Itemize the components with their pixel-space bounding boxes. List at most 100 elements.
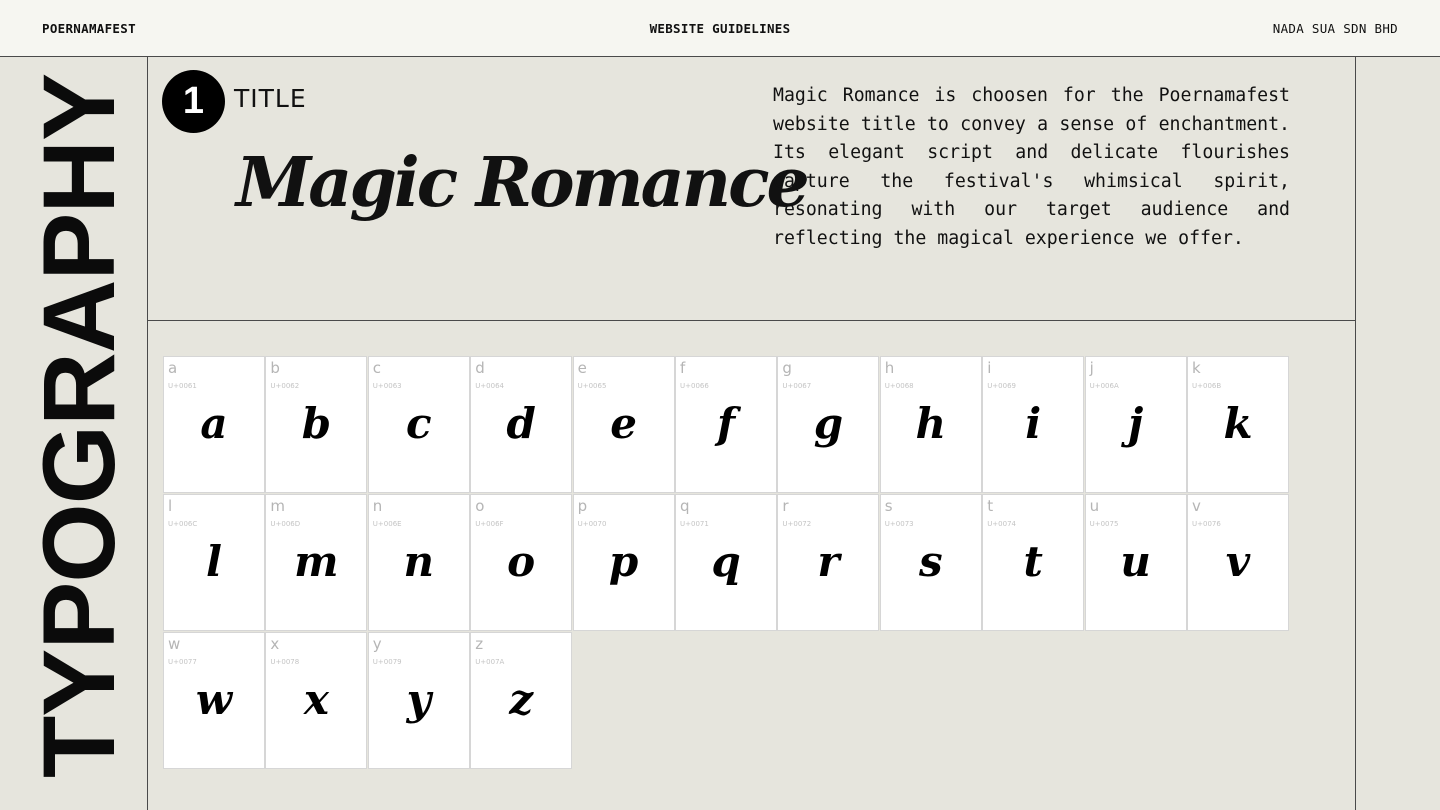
page-header: POERNAMAFEST WEBSITE GUIDELINES NADA SUA… — [0, 0, 1440, 57]
side-title: TYPOGRAPHY — [22, 73, 136, 778]
glyph-cell-h: h U+0068 h — [879, 356, 982, 493]
glyph-cell-g: g U+0067 g — [777, 356, 880, 493]
glyph-cell-u: u U+0075 u — [1084, 494, 1187, 631]
glyph-cell-q: q U+0071 q — [675, 494, 777, 631]
glyph-unicode: U+0079 — [372, 658, 402, 666]
glyph-unicode: U+0068 — [884, 382, 914, 390]
glyph-cell-a: a U+0061 a — [163, 356, 265, 493]
glyph-specimen: d — [506, 399, 536, 448]
glyph-cell-l: l U+006C l — [163, 494, 265, 631]
glyph-cell-i: i U+0069 i — [982, 356, 1085, 493]
glyph-cell-z: z U+007A z — [470, 632, 573, 769]
glyph-cell-b: b U+0062 b — [265, 356, 368, 493]
glyph-name: z — [475, 635, 484, 653]
glyph-specimen: s — [918, 537, 943, 586]
glyph-unicode: U+0065 — [577, 382, 607, 390]
glyph-cell-t: t U+0074 t — [982, 494, 1085, 631]
glyph-specimen: v — [1225, 537, 1251, 586]
glyph-specimen: m — [294, 537, 339, 586]
glyph-name: p — [577, 497, 588, 515]
glyph-unicode: U+0074 — [987, 520, 1016, 528]
glyph-name: i — [987, 359, 992, 377]
glyph-name: e — [577, 359, 587, 377]
glyph-name: t — [987, 497, 994, 515]
glyph-unicode: U+0075 — [1089, 520, 1119, 528]
glyph-unicode: U+0072 — [782, 520, 812, 528]
glyph-unicode: U+0067 — [782, 382, 812, 390]
glyph-name: g — [782, 359, 792, 377]
glyph-cell-x: x U+0078 x — [265, 632, 368, 769]
glyph-name: x — [270, 635, 280, 653]
glyph-name: v — [1192, 497, 1201, 515]
glyph-specimen: p — [608, 537, 639, 586]
glyph-specimen: h — [915, 399, 947, 448]
glyph-specimen: f — [716, 399, 736, 448]
glyph-name: h — [884, 359, 895, 377]
glyph-specimen: z — [509, 675, 534, 724]
glyph-cell-o: o U+006F o — [470, 494, 573, 631]
glyph-unicode: U+0061 — [168, 382, 197, 390]
glyph-specimen: q — [711, 537, 741, 586]
glyph-cell-k: k U+006B k — [1187, 356, 1289, 493]
glyph-name: q — [680, 497, 690, 515]
glyph-cell-y: y U+0079 y — [367, 632, 470, 769]
company-name: NADA SUA SDN BHD — [1272, 21, 1398, 36]
glyph-cell-m: m U+006D m — [265, 494, 368, 631]
glyph-unicode: U+0073 — [884, 520, 914, 528]
divider-right — [1355, 57, 1356, 810]
document-title: WEBSITE GUIDELINES — [649, 21, 791, 36]
glyph-specimen: y — [406, 675, 431, 724]
glyph-cell-e: e U+0065 e — [572, 356, 675, 493]
glyph-specimen: b — [301, 399, 332, 448]
glyph-name: u — [1089, 497, 1100, 515]
divider-left — [147, 57, 148, 810]
glyph-name: c — [372, 359, 382, 377]
glyph-unicode: U+0078 — [270, 658, 300, 666]
glyph-name: k — [1192, 359, 1201, 377]
glyph-cell-d: d U+0064 d — [470, 356, 573, 493]
glyph-specimen: c — [406, 399, 432, 448]
glyph-cell-n: n U+006E n — [367, 494, 470, 631]
glyph-specimen: l — [206, 537, 222, 586]
glyph-name: j — [1089, 359, 1094, 377]
glyph-specimen: x — [303, 675, 329, 724]
glyph-name: r — [782, 497, 789, 515]
glyph-unicode: U+006A — [1089, 382, 1119, 390]
glyph-unicode: U+0063 — [372, 382, 402, 390]
section-label: TITLE — [234, 84, 307, 113]
font-description: Magic Romance is choosen for the Poernam… — [773, 85, 1290, 249]
glyph-specimen: w — [195, 675, 233, 724]
glyph-unicode: U+006F — [475, 520, 504, 528]
glyph-unicode: U+0066 — [680, 382, 709, 390]
glyph-cell-s: s U+0073 s — [879, 494, 982, 631]
glyph-unicode: U+006C — [168, 520, 198, 528]
glyph-specimen: o — [507, 537, 536, 586]
glyph-specimen: n — [403, 537, 435, 586]
glyph-name: l — [168, 497, 173, 515]
glyph-cell-p: p U+0070 p — [572, 494, 675, 631]
glyph-name: a — [168, 359, 178, 377]
glyph-specimen: g — [813, 399, 844, 448]
glyph-name: m — [270, 497, 286, 515]
glyph-specimen: a — [200, 399, 228, 448]
glyph-unicode: U+0076 — [1192, 520, 1221, 528]
glyph-specimen: k — [1223, 399, 1253, 448]
glyph-cell-w: w U+0077 w — [163, 632, 265, 769]
glyph-unicode: U+0062 — [270, 382, 300, 390]
glyph-specimen: e — [610, 399, 637, 448]
glyph-cell-r: r U+0072 r — [777, 494, 880, 631]
glyph-unicode: U+0069 — [987, 382, 1016, 390]
glyph-unicode: U+0064 — [475, 382, 504, 390]
glyph-specimen: i — [1025, 399, 1042, 448]
glyph-unicode: U+006E — [372, 520, 402, 528]
glyph-name: d — [475, 359, 485, 377]
glyph-name: o — [475, 497, 485, 515]
font-name-specimen: Magic Romance — [236, 143, 810, 223]
glyph-name: y — [372, 635, 382, 653]
glyph-unicode: U+0077 — [168, 658, 197, 666]
glyph-specimen: t — [1023, 537, 1043, 586]
glyph-unicode: U+0070 — [577, 520, 607, 528]
glyph-unicode: U+006D — [270, 520, 301, 528]
glyph-name: w — [168, 635, 181, 653]
glyph-cell-f: f U+0066 f — [675, 356, 777, 493]
